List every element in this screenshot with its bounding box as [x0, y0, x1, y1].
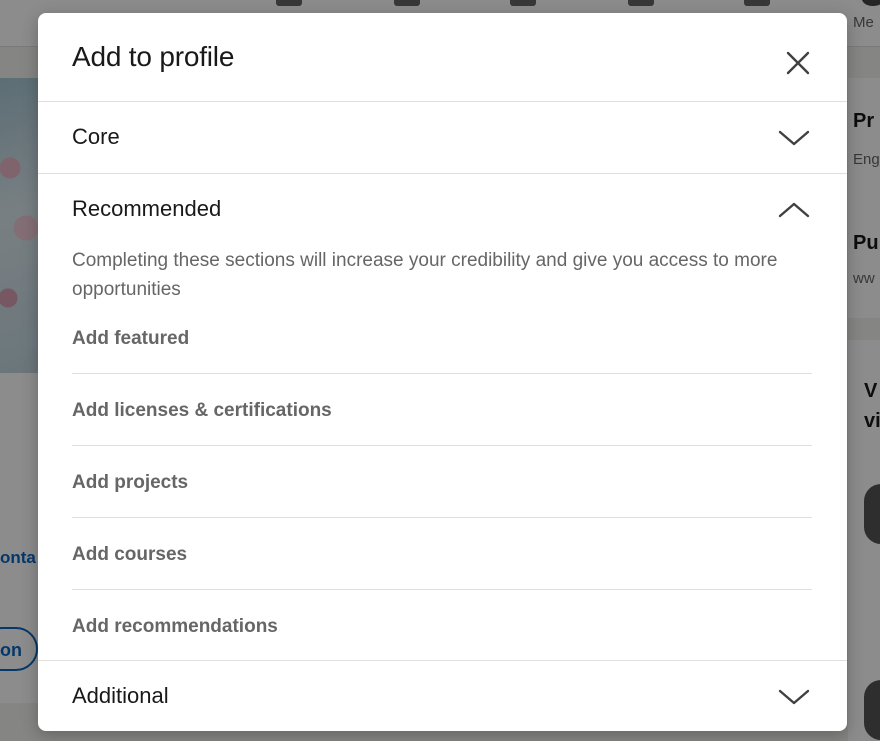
close-icon	[786, 51, 810, 75]
list-item-label: Add projects	[72, 471, 189, 493]
section-core-toggle[interactable]: Core	[38, 102, 847, 174]
chevron-down-icon	[774, 118, 814, 158]
list-item-label: Add featured	[72, 328, 190, 349]
list-item-label: Add recommendations	[72, 616, 278, 637]
chevron-down-icon	[774, 677, 814, 717]
dialog-title: Add to profile	[72, 41, 235, 72]
dialog-header: Add to profile	[38, 13, 847, 102]
recommended-items-list: Add featured Add licenses & certificatio…	[72, 303, 812, 662]
section-recommended-toggle[interactable]: Recommended	[38, 174, 847, 246]
list-item-label: Add licenses & certifications	[72, 399, 332, 421]
section-additional-label: Additional	[72, 683, 169, 708]
add-to-profile-dialog: Add to profile Core Recommended Completi…	[38, 13, 847, 731]
add-recommendations-link[interactable]: Add recommendations	[72, 590, 812, 662]
add-projects-link[interactable]: Add projects	[72, 446, 812, 518]
section-core-label: Core	[72, 124, 120, 149]
add-featured-link[interactable]: Add featured	[72, 303, 812, 374]
add-courses-link[interactable]: Add courses	[72, 518, 812, 590]
close-button[interactable]	[776, 41, 820, 85]
section-additional-toggle[interactable]: Additional	[38, 660, 847, 731]
section-recommended-description: Completing these sections will increase …	[72, 250, 778, 300]
add-licenses-certifications-link[interactable]: Add licenses & certifications	[72, 374, 812, 446]
section-recommended-label: Recommended	[72, 196, 222, 221]
list-item-label: Add courses	[72, 543, 188, 565]
chevron-up-icon	[774, 190, 814, 230]
